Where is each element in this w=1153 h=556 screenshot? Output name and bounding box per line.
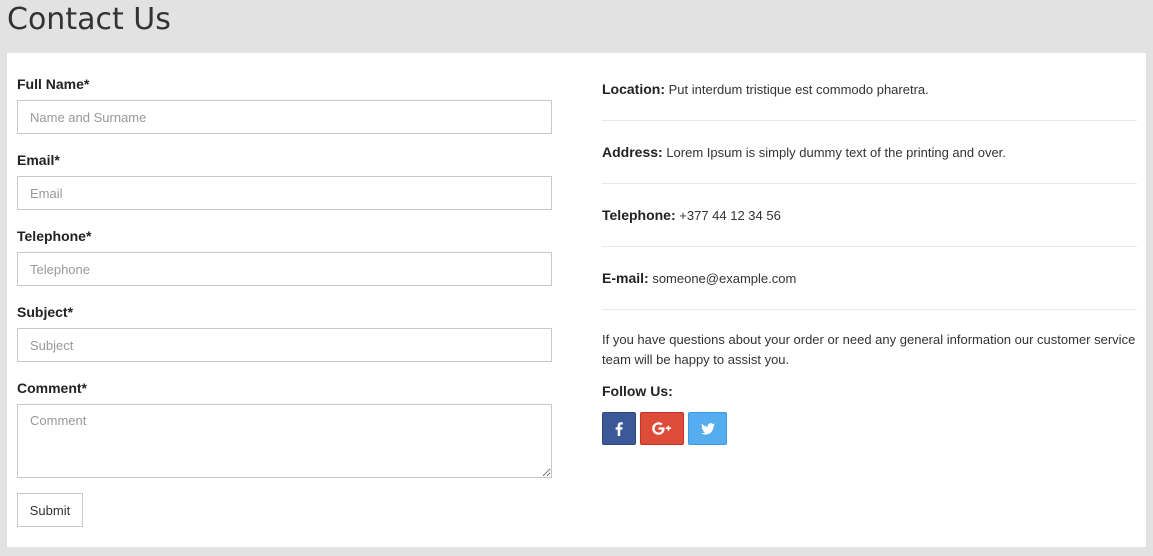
email-info-label: E-mail:	[602, 270, 649, 286]
divider	[602, 309, 1137, 310]
twitter-icon	[700, 422, 715, 435]
address-label: Address:	[602, 144, 663, 160]
full-name-label: Full Name*	[17, 76, 90, 92]
location-row: Location: Put interdum tristique est com…	[602, 80, 1137, 99]
divider	[602, 120, 1137, 121]
location-value: Put interdum tristique est commodo phare…	[668, 82, 929, 97]
telephone-row: Telephone: +377 44 12 34 56	[602, 206, 1137, 225]
page-title: Contact Us	[7, 2, 171, 37]
twitter-button[interactable]	[688, 412, 727, 445]
location-label: Location:	[602, 81, 665, 97]
divider	[602, 183, 1137, 184]
subject-input[interactable]	[17, 328, 552, 362]
email-value: someone@example.com	[652, 271, 797, 286]
full-name-input[interactable]	[17, 100, 552, 134]
comment-label: Comment*	[17, 380, 88, 396]
google-plus-button[interactable]	[640, 412, 684, 445]
follow-us-title: Follow Us:	[602, 383, 673, 399]
telephone-info-label: Telephone:	[602, 207, 676, 223]
telephone-value: +377 44 12 34 56	[679, 208, 781, 223]
telephone-label: Telephone*	[17, 228, 92, 244]
submit-button[interactable]: Submit	[17, 493, 83, 527]
telephone-input[interactable]	[17, 252, 552, 286]
address-row: Address: Lorem Ipsum is simply dummy tex…	[602, 143, 1137, 162]
contact-panel: Full Name* Email* Telephone* Subject* Co…	[7, 53, 1146, 547]
customer-service-note: If you have questions about your order o…	[602, 332, 1136, 367]
email-row: E-mail: someone@example.com	[602, 269, 1137, 288]
divider	[602, 246, 1137, 247]
comment-textarea[interactable]	[17, 404, 552, 478]
facebook-icon	[615, 421, 623, 436]
subject-label: Subject*	[17, 304, 74, 320]
email-label: Email*	[17, 152, 60, 168]
facebook-button[interactable]	[602, 412, 636, 445]
address-value: Lorem Ipsum is simply dummy text of the …	[666, 145, 1006, 160]
google-plus-icon	[652, 422, 672, 435]
email-input[interactable]	[17, 176, 552, 210]
